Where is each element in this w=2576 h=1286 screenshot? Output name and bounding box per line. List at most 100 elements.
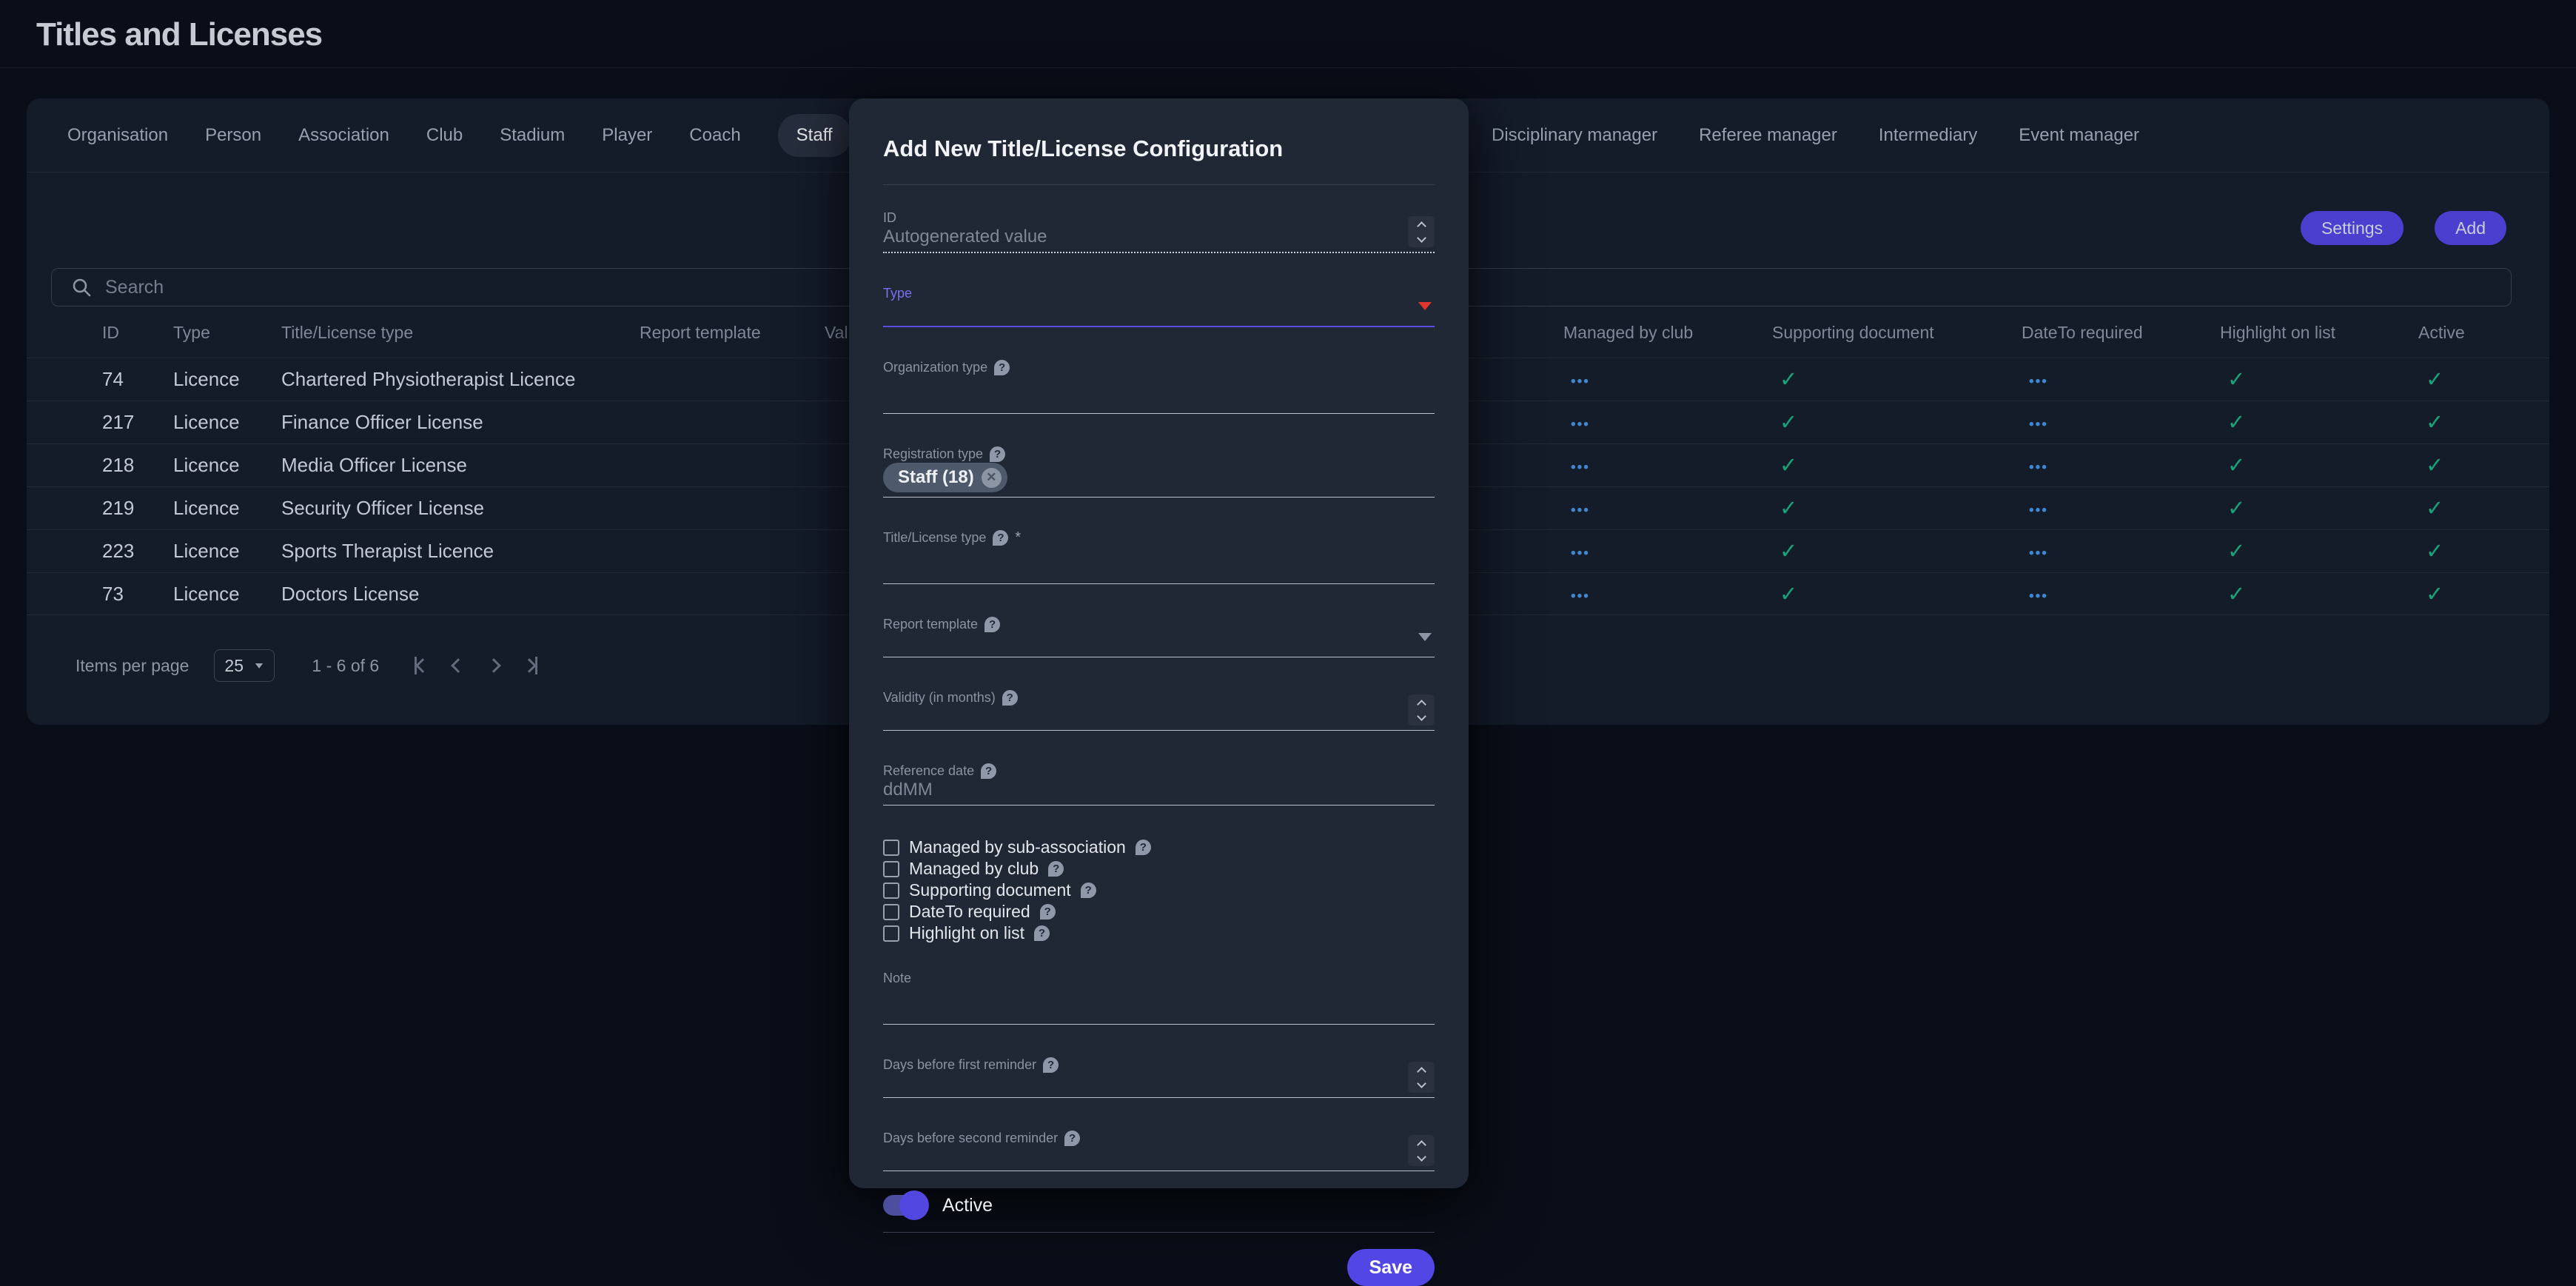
note-input[interactable]: [883, 987, 1435, 1024]
checkbox-managed-by-club[interactable]: Managed by club?: [883, 858, 1435, 880]
items-per-page-label: Items per page: [76, 656, 189, 676]
ellipsis-status-icon: •••: [1571, 503, 1590, 518]
toolbar-actions: Settings Add: [2301, 211, 2506, 245]
check-icon: ✓: [2227, 497, 2245, 520]
check-icon: ✓: [2426, 368, 2443, 392]
checkbox-highlight-on-list[interactable]: Highlight on list?: [883, 922, 1435, 944]
add-button[interactable]: Add: [2435, 211, 2506, 245]
tab-coach[interactable]: Coach: [689, 125, 740, 146]
report-template-select[interactable]: [883, 633, 1435, 657]
report-template-label: Report template ?: [883, 615, 1435, 633]
checkbox-box[interactable]: [883, 840, 899, 856]
modal-title: Add New Title/License Configuration: [883, 135, 1435, 162]
validity-input[interactable]: [883, 706, 1435, 730]
help-icon[interactable]: ?: [1043, 1057, 1059, 1073]
help-icon[interactable]: ?: [1002, 690, 1018, 706]
tab-event-manager[interactable]: Event manager: [2019, 125, 2139, 146]
search-icon: [71, 277, 92, 298]
checkbox-box[interactable]: [883, 904, 899, 920]
help-icon[interactable]: ?: [1064, 1131, 1080, 1146]
ellipsis-status-icon: •••: [2029, 417, 2048, 432]
check-icon: ✓: [2227, 583, 2245, 606]
days-before-first-reminder-input[interactable]: [883, 1074, 1435, 1097]
column-header-active: Active: [2418, 323, 2549, 343]
organization-type-label: Organization type ?: [883, 358, 1435, 376]
tab-person[interactable]: Person: [205, 125, 261, 146]
column-header-managed-by-club: Managed by club: [1563, 323, 1772, 343]
tab-disciplinary-manager[interactable]: Disciplinary manager: [1492, 125, 1657, 146]
number-spinner-icon[interactable]: [1408, 1062, 1435, 1093]
tab-referee-manager[interactable]: Referee manager: [1699, 125, 1837, 146]
help-icon[interactable]: ?: [1048, 861, 1064, 877]
checkbox-box[interactable]: [883, 861, 899, 877]
tab-association[interactable]: Association: [298, 125, 389, 146]
previous-page-button[interactable]: [453, 660, 463, 671]
save-button[interactable]: Save: [1347, 1249, 1435, 1286]
number-spinner-icon[interactable]: [1408, 216, 1435, 247]
tab-staff[interactable]: Staff: [778, 114, 851, 157]
column-header-title-license-type: Title/License type: [281, 323, 640, 343]
id-field: ID Autogenerated value: [883, 209, 1435, 253]
days-before-second-reminder-field: Days before second reminder ?: [883, 1129, 1435, 1171]
organization-type-field: Organization type ?: [883, 358, 1435, 414]
staff-chip-label: Staff (18): [898, 467, 974, 488]
help-icon[interactable]: ?: [981, 763, 996, 779]
id-input[interactable]: Autogenerated value: [883, 227, 1435, 252]
registration-type-input[interactable]: Staff (18) ✕: [883, 463, 1435, 497]
help-icon[interactable]: ?: [1136, 840, 1151, 855]
check-icon: ✓: [1780, 454, 1797, 478]
validity-field: Validity (in months) ?: [883, 689, 1435, 731]
help-icon[interactable]: ?: [985, 617, 1000, 632]
tab-intermediary[interactable]: Intermediary: [1879, 125, 1977, 146]
checkbox-box[interactable]: [883, 883, 899, 899]
checkbox-supporting-document[interactable]: Supporting document?: [883, 880, 1435, 901]
dropdown-caret-error-icon[interactable]: [1418, 302, 1432, 317]
check-icon: ✓: [2227, 411, 2245, 435]
ellipsis-status-icon: •••: [2029, 589, 2048, 604]
registration-type-field: Registration type ? Staff (18) ✕: [883, 445, 1435, 498]
chip-remove-icon[interactable]: ✕: [982, 468, 1002, 488]
reference-date-placeholder: ddMM: [883, 780, 933, 800]
title-license-type-input[interactable]: [883, 546, 1435, 583]
checkbox-dateto-required[interactable]: DateTo required?: [883, 901, 1435, 922]
next-page-button[interactable]: [489, 660, 499, 671]
tab-player[interactable]: Player: [602, 125, 652, 146]
number-spinner-icon[interactable]: [1408, 1135, 1435, 1166]
checkbox-managed-by-sub-association[interactable]: Managed by sub-association?: [883, 837, 1435, 858]
type-select[interactable]: [883, 302, 1435, 326]
active-toggle[interactable]: [883, 1195, 926, 1216]
days-before-second-reminder-input[interactable]: [883, 1147, 1435, 1171]
check-icon: ✓: [1780, 368, 1797, 392]
last-page-button[interactable]: [524, 657, 537, 674]
ellipsis-status-icon: •••: [1571, 589, 1590, 604]
add-title-license-modal: Add New Title/License Configuration ID A…: [849, 98, 1469, 1188]
settings-button[interactable]: Settings: [2301, 211, 2404, 245]
page-size-select[interactable]: 25: [214, 649, 275, 682]
column-header-highlight-on-list: Highlight on list: [2220, 323, 2418, 343]
ellipsis-status-icon: •••: [2029, 460, 2048, 475]
number-spinner-icon[interactable]: [1408, 694, 1435, 726]
help-icon[interactable]: ?: [993, 530, 1008, 546]
tab-club[interactable]: Club: [426, 125, 463, 146]
ellipsis-status-icon: •••: [2029, 503, 2048, 518]
organization-type-input[interactable]: [883, 376, 1435, 413]
type-label: Type: [883, 284, 1435, 302]
tab-stadium[interactable]: Stadium: [500, 125, 565, 146]
ellipsis-status-icon: •••: [1571, 460, 1590, 475]
ellipsis-status-icon: •••: [2029, 374, 2048, 389]
first-page-button[interactable]: [415, 657, 428, 674]
help-icon[interactable]: ?: [1040, 904, 1056, 920]
check-icon: ✓: [1780, 540, 1797, 563]
help-icon[interactable]: ?: [1034, 925, 1050, 941]
dropdown-caret-icon[interactable]: [1418, 633, 1432, 648]
reference-date-input[interactable]: ddMM: [883, 780, 1435, 805]
help-icon[interactable]: ?: [994, 360, 1010, 375]
checkbox-box[interactable]: [883, 925, 899, 942]
tab-organisation[interactable]: Organisation: [67, 125, 168, 146]
help-icon[interactable]: ?: [990, 446, 1005, 462]
help-icon[interactable]: ?: [1081, 883, 1096, 898]
modal-form: ID Autogenerated value Type Organization…: [883, 185, 1435, 1222]
ellipsis-status-icon: •••: [1571, 374, 1590, 389]
title-license-type-label: Title/License type ? *: [883, 529, 1435, 546]
days-before-first-reminder-field: Days before first reminder ?: [883, 1056, 1435, 1098]
